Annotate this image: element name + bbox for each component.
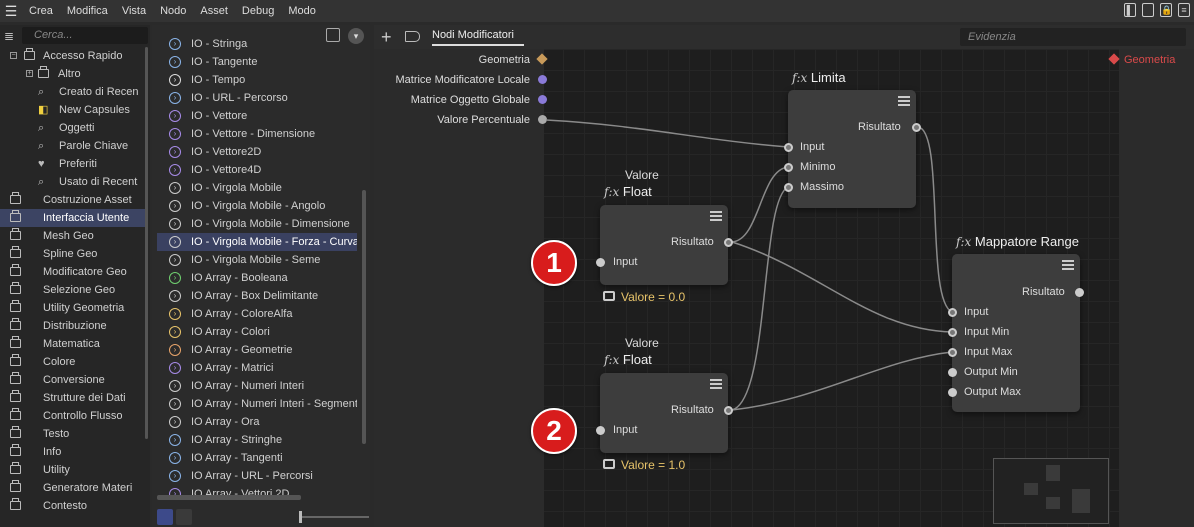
mapper-inputmax-port[interactable]: [948, 348, 957, 357]
limita-out-label: Risultato: [858, 121, 901, 133]
float1-header: Valore: [625, 168, 659, 182]
float1-in-label: Input: [613, 256, 638, 268]
badge-1: 1: [531, 240, 577, 286]
limita-in-massimo: Massimo: [800, 181, 845, 193]
minimap-node: [1072, 489, 1090, 513]
mapper-in-inputmax: Input Max: [964, 346, 1013, 358]
node-menu-icon[interactable]: [710, 211, 722, 221]
float2-header: Valore: [625, 336, 659, 350]
limita-minimo-port[interactable]: [784, 163, 793, 172]
float1-out-port[interactable]: [724, 238, 733, 247]
float1-title: f:x Float: [604, 184, 652, 199]
wire-float2-to-inputmax: [731, 351, 953, 411]
fx-icon: f:x: [792, 71, 808, 85]
mapper-in-input: Input: [964, 306, 989, 318]
minimap-node: [1046, 497, 1060, 509]
mapper-out-port[interactable]: [1075, 288, 1084, 297]
mapper-title-text: Mappatore Range: [974, 234, 1079, 249]
wire-float2-to-massimo: [731, 186, 789, 411]
float2-input-port[interactable]: [596, 426, 605, 435]
mapper-outputmin-port[interactable]: [948, 368, 957, 377]
float1-value: Valore = 0.0: [621, 290, 686, 304]
float1-title-text: Float: [622, 184, 652, 199]
limita-input-port[interactable]: [784, 143, 793, 152]
limita-out-port[interactable]: [912, 123, 921, 132]
float1-input-port[interactable]: [596, 258, 605, 267]
comment-icon: [603, 459, 615, 469]
minimap-node: [1046, 465, 1060, 481]
mapper-outputmax-port[interactable]: [948, 388, 957, 397]
mapper-out-label: Risultato: [1022, 286, 1065, 298]
float2-out-label: Risultato: [671, 404, 714, 416]
limita-in-input: Input: [800, 141, 825, 153]
float1-out-label: Risultato: [671, 236, 714, 248]
fx-icon: f:x: [956, 235, 972, 249]
fx-icon: f:x: [604, 185, 620, 199]
node-menu-icon[interactable]: [1062, 260, 1074, 270]
float2-out-port[interactable]: [724, 406, 733, 415]
mapper-inputmin-port[interactable]: [948, 328, 957, 337]
wire-percent-to-limita: [545, 119, 789, 148]
float2-in-label: Input: [613, 424, 638, 436]
badge-2: 2: [531, 408, 577, 454]
mapper-in-inputmin: Input Min: [964, 326, 1010, 338]
minimap-node: [1024, 483, 1038, 495]
limita-massimo-port[interactable]: [784, 183, 793, 192]
navigator-minimap[interactable]: [993, 458, 1109, 524]
mapper-in-outputmin: Output Min: [964, 366, 1018, 378]
node-menu-icon[interactable]: [710, 379, 722, 389]
limita-in-minimo: Minimo: [800, 161, 836, 173]
mapper-input-port[interactable]: [948, 308, 957, 317]
wire-limita-to-input: [917, 126, 953, 313]
mapper-title: f:x Mappatore Range: [956, 234, 1079, 249]
wire-float1-to-minimo: [731, 166, 789, 243]
float2-value: Valore = 1.0: [621, 458, 686, 472]
fx-icon: f:x: [604, 353, 620, 367]
limita-title-text: Limita: [810, 70, 846, 85]
float2-title: f:x Float: [604, 352, 652, 367]
limita-title: f:x Limita: [792, 70, 846, 85]
node-menu-icon[interactable]: [898, 96, 910, 106]
float2-title-text: Float: [622, 352, 652, 367]
comment-icon: [603, 291, 615, 301]
mapper-in-outputmax: Output Max: [964, 386, 1021, 398]
